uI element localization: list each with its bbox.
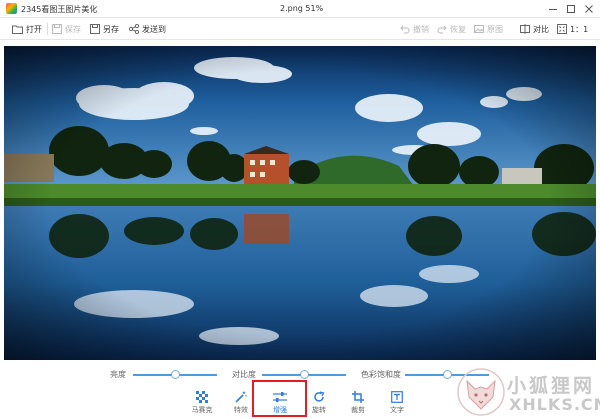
image-icon	[474, 25, 484, 33]
file-title: 2.png 51%	[280, 4, 324, 13]
minimize-button[interactable]	[545, 1, 561, 17]
contrast-slider-thumb[interactable]	[299, 370, 309, 379]
save-as-button[interactable]: 另存	[90, 21, 119, 37]
open-button[interactable]: 打开	[12, 21, 42, 37]
send-to-label: 发送到	[142, 24, 166, 34]
undo-label: 撤销	[413, 24, 429, 34]
crop-icon	[352, 391, 364, 403]
undo-button[interactable]: 撤销	[400, 21, 429, 37]
tool-label: 裁剪	[351, 406, 365, 414]
ratio-button[interactable]: 1：1	[557, 21, 588, 37]
redo-icon	[437, 25, 447, 34]
saturation-label: 色彩饱和度	[361, 370, 401, 379]
save-button[interactable]: 保存	[52, 21, 81, 37]
redo-button[interactable]: 恢复	[437, 21, 466, 37]
toolbar: 打开 保存 另存 发送到 撤销 恢复 原图 对比 1：1	[0, 18, 600, 40]
save-as-icon	[90, 24, 100, 34]
original-label: 原图	[487, 24, 503, 34]
close-icon	[585, 5, 593, 13]
save-icon	[52, 24, 62, 34]
image-canvas[interactable]	[4, 46, 596, 360]
redo-label: 恢复	[450, 24, 466, 34]
text-icon	[391, 391, 403, 403]
landscape-photo	[4, 46, 596, 360]
save-label: 保存	[65, 24, 81, 34]
rotate-icon	[314, 391, 325, 402]
tool-label: 特效	[234, 406, 248, 414]
tool-mosaic[interactable]: 马赛克	[182, 388, 222, 418]
send-to-button[interactable]: 发送到	[129, 21, 166, 37]
compare-label: 对比	[533, 24, 549, 34]
compare-icon	[520, 24, 530, 34]
maximize-icon	[567, 5, 575, 13]
open-label: 打开	[26, 24, 42, 34]
share-icon	[129, 24, 139, 34]
saturation-slider-thumb[interactable]	[442, 370, 452, 379]
tool-text[interactable]: 文字	[377, 388, 417, 418]
undo-icon	[400, 25, 410, 34]
folder-icon	[12, 25, 23, 34]
tool-label: 马赛克	[191, 406, 213, 414]
original-button[interactable]: 原图	[474, 21, 503, 37]
toolbar-divider	[47, 23, 48, 35]
brightness-label: 亮度	[110, 370, 126, 379]
magic-wand-icon	[235, 391, 247, 403]
tool-label: 旋转	[312, 406, 326, 414]
brightness-slider-thumb[interactable]	[170, 370, 180, 379]
compare-button[interactable]: 对比	[520, 21, 549, 37]
maximize-button[interactable]	[563, 1, 579, 17]
tool-crop[interactable]: 裁剪	[338, 388, 378, 418]
fit-icon	[557, 24, 567, 34]
save-as-label: 另存	[103, 24, 119, 34]
app-title: 2345看图王图片美化	[21, 5, 98, 14]
minimize-icon	[549, 9, 557, 10]
contrast-label: 对比度	[232, 370, 256, 379]
close-button[interactable]	[581, 1, 597, 17]
ratio-label: 1：1	[570, 24, 589, 34]
mosaic-icon	[196, 391, 208, 403]
title-bar: 2345看图王图片美化 2.png 51%	[0, 0, 600, 18]
app-logo	[6, 3, 17, 14]
active-tool-highlight	[252, 380, 307, 417]
tool-label: 文字	[390, 406, 404, 414]
